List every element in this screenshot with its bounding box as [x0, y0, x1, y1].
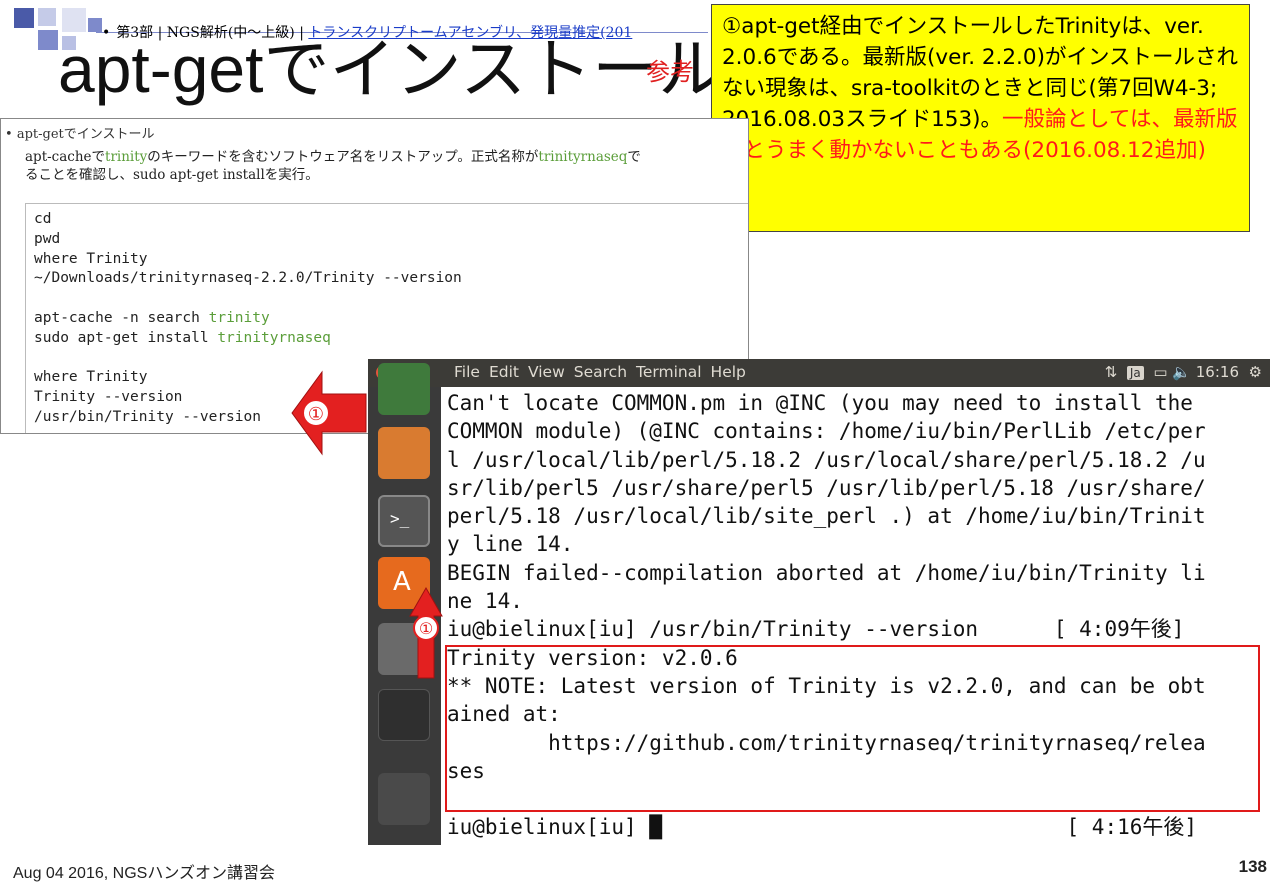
slide-title: apt-getでインストール [58, 32, 725, 106]
files-app-icon[interactable] [378, 363, 430, 415]
marker-label: ① [419, 619, 433, 638]
code-line: apt-cache -n search [34, 309, 209, 326]
highlight-box [445, 645, 1260, 812]
red-arrow-marker-1: ① [291, 370, 367, 456]
desc-keyword: trinityrnaseq [538, 149, 628, 165]
top-menu-bar: File Edit View Search Terminal Help ⇅ Ja ▭ 🔈 … [368, 359, 1270, 387]
red-arrow-marker-2: ① [409, 586, 443, 679]
clock[interactable]: 16:16 [1196, 363, 1239, 381]
note-box: ①apt-get経由でインストールしたTrinityは、ver. 2.0.6であ… [711, 4, 1250, 232]
desc-part: のキーワードを含むソフトウェア名をリストアップ。正式名称が [147, 149, 539, 165]
menu-search[interactable]: Search [574, 363, 627, 381]
menu-bar: File Edit View Search Terminal Help [454, 363, 755, 381]
code-line: ~/Downloads/trinityrnaseq-2.2.0/Trinity … [34, 270, 462, 287]
trash-icon[interactable] [378, 773, 430, 825]
decor-square-3 [38, 30, 58, 50]
settings-gear-icon[interactable]: ⚙ [1249, 363, 1262, 381]
decor-square-6 [88, 18, 102, 32]
decor-square-4 [62, 8, 86, 32]
reference-badge: 参考 [646, 58, 694, 86]
volume-icon[interactable]: 🔈 [1172, 363, 1191, 381]
menu-edit[interactable]: Edit [489, 363, 519, 381]
menu-file[interactable]: File [454, 363, 480, 381]
marker-label: ① [308, 404, 324, 425]
decor-square-2 [38, 8, 56, 26]
panel-heading-text: apt-getでインストール [16, 127, 155, 142]
page-number: 138 [1238, 857, 1267, 876]
code-line: sudo apt-get install [34, 329, 218, 346]
panel-heading: • apt-getでインストール [5, 123, 154, 142]
workspace-switcher-icon[interactable] [378, 689, 430, 741]
battery-icon[interactable]: ▭ [1153, 363, 1167, 381]
footer-text: Aug 04 2016, NGSハンズオン講習会 [13, 865, 275, 882]
panel-description: apt-cacheでtrinityのキーワードを含むソフトウェア名をリストアップ… [25, 148, 745, 184]
decor-square-1 [14, 8, 34, 28]
system-tray: ⇅ Ja ▭ 🔈 16:16 ⚙ [1105, 363, 1262, 381]
terminal-window: File Edit View Search Terminal Help ⇅ Ja ▭ 🔈 … [368, 359, 1270, 845]
code-line: /usr/bin/Trinity --version [34, 408, 261, 425]
desc-part: ることを確認し、sudo apt-get installを実行。 [25, 167, 319, 183]
desc-part: で [627, 149, 641, 165]
code-line: pwd [34, 230, 61, 247]
bullet-icon: • [5, 127, 17, 142]
code-keyword: trinity [208, 309, 270, 326]
desc-keyword: trinity [105, 149, 148, 165]
code-line: where Trinity [34, 369, 148, 386]
menu-terminal[interactable]: Terminal [636, 363, 702, 381]
desc-part: apt-cacheで [25, 149, 106, 165]
code-line: cd [34, 211, 52, 227]
code-line: Trinity --version [34, 389, 183, 406]
network-icon[interactable]: ⇅ [1105, 363, 1118, 381]
menu-help[interactable]: Help [711, 363, 746, 381]
impress-app-icon[interactable] [378, 427, 430, 479]
terminal-app-icon[interactable]: >_ [378, 495, 430, 547]
terminal-screen[interactable]: Can't locate COMMON.pm in @INC (you may … [441, 387, 1270, 845]
code-keyword: trinityrnaseq [217, 329, 331, 346]
input-method-indicator[interactable]: Ja [1126, 366, 1144, 380]
code-line: where Trinity [34, 250, 148, 267]
menu-view[interactable]: View [528, 363, 565, 381]
